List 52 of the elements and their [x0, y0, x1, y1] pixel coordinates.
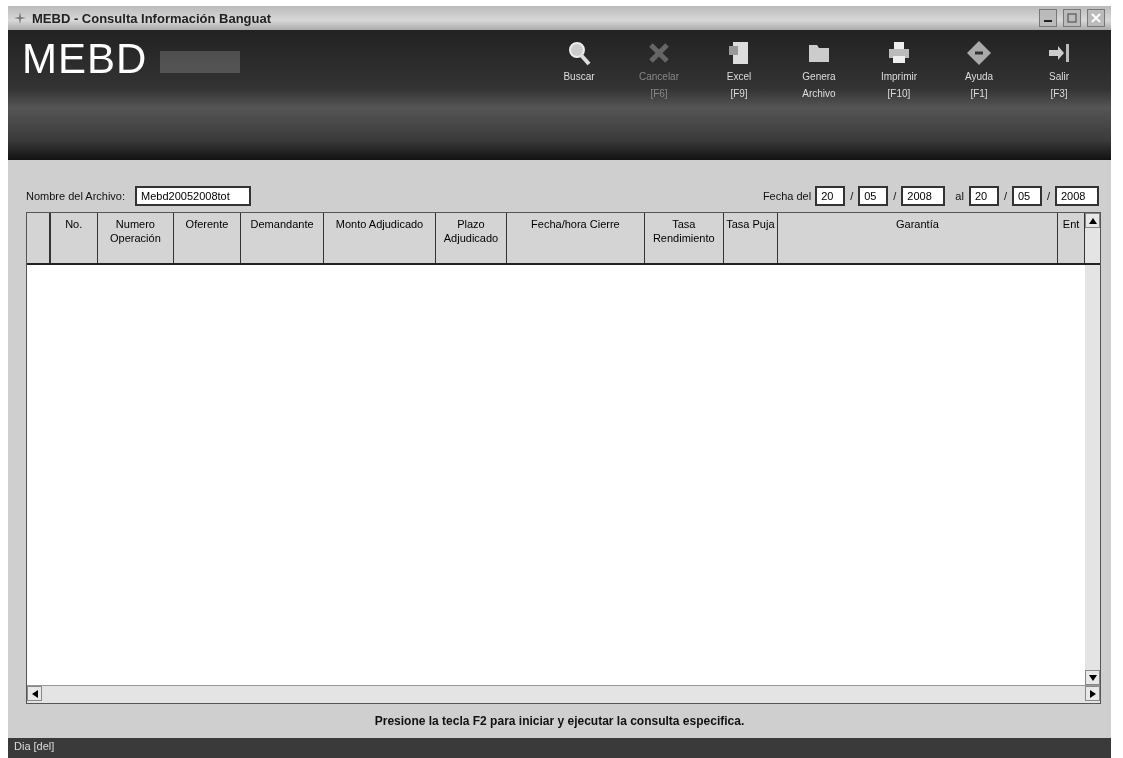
- date-separator: /: [893, 190, 897, 202]
- field-label: al: [955, 190, 964, 202]
- left-arrow-icon: [31, 689, 38, 698]
- scroll-right-button[interactable]: [1085, 686, 1100, 701]
- scroll-down-button[interactable]: [1085, 670, 1100, 685]
- minimize-button[interactable]: [1039, 9, 1057, 27]
- logo-text: MEBD: [22, 38, 148, 80]
- down-arrow-icon: [1088, 674, 1097, 681]
- scroll-up-button[interactable]: [1085, 213, 1100, 228]
- column-header[interactable]: Plazo Adjudicado: [435, 213, 508, 263]
- file-name-field[interactable]: Mebd20052008tot: [135, 186, 252, 206]
- toolbar-button[interactable]: Salir [F3]: [1021, 38, 1097, 120]
- printer-icon: [886, 40, 912, 66]
- field-label: Fecha del: [762, 190, 812, 202]
- column-header[interactable]: Demandante: [240, 213, 325, 263]
- maximize-icon: [1067, 13, 1077, 23]
- window-title: MEBD - Consulta Información Banguat: [32, 10, 273, 26]
- close-button[interactable]: [1087, 9, 1105, 27]
- close-icon: [1091, 13, 1101, 23]
- diamond-icon: [966, 40, 992, 66]
- up-arrow-icon: [1088, 217, 1097, 224]
- app-icon: [14, 12, 26, 24]
- column-header[interactable]: Tasa Rendimiento: [644, 213, 725, 263]
- column-header[interactable]: Tasa Puja: [724, 213, 778, 263]
- toolbar-button[interactable]: Imprimir [F10]: [861, 38, 937, 120]
- column-header[interactable]: No.: [50, 213, 98, 263]
- field-label: Nombre del Archivo:: [26, 190, 126, 202]
- right-arrow-icon: [1089, 689, 1096, 698]
- date-field[interactable]: 05: [1011, 186, 1042, 206]
- column-header[interactable]: Fecha/hora Cierre: [507, 213, 645, 263]
- column-header[interactable]: Garantía: [777, 213, 1059, 263]
- scroll-left-button[interactable]: [27, 686, 42, 701]
- column-header[interactable]: Monto Adjudicado: [324, 213, 436, 263]
- date-separator: /: [850, 190, 854, 202]
- date-field[interactable]: 20: [968, 186, 999, 206]
- hint-message: Presione la tecla F2 para iniciar y ejecutar la consulta especifica.: [373, 713, 746, 730]
- vertical-scrollbar[interactable]: [1085, 265, 1100, 685]
- date-separator: /: [1003, 190, 1007, 202]
- date-field[interactable]: 05: [858, 186, 889, 206]
- column-header[interactable]: Numero Operación: [97, 213, 175, 263]
- status-bar: Dia [del]: [8, 738, 1111, 758]
- date-separator: /: [1046, 190, 1050, 202]
- toolbar-button[interactable]: Excel [F9]: [701, 38, 777, 120]
- toolbar-button[interactable]: Genera Archivo: [781, 38, 857, 120]
- minimize-icon: [1044, 20, 1052, 22]
- date-field[interactable]: 20: [815, 186, 846, 206]
- column-header[interactable]: Oferente: [174, 213, 241, 263]
- toolbar-button[interactable]: Buscar: [541, 38, 617, 120]
- date-field[interactable]: 2008: [901, 186, 946, 206]
- toolbar-button[interactable]: Ayuda [F1]: [941, 38, 1017, 120]
- magnifier-icon: [566, 40, 592, 66]
- date-field[interactable]: 2008: [1055, 186, 1099, 206]
